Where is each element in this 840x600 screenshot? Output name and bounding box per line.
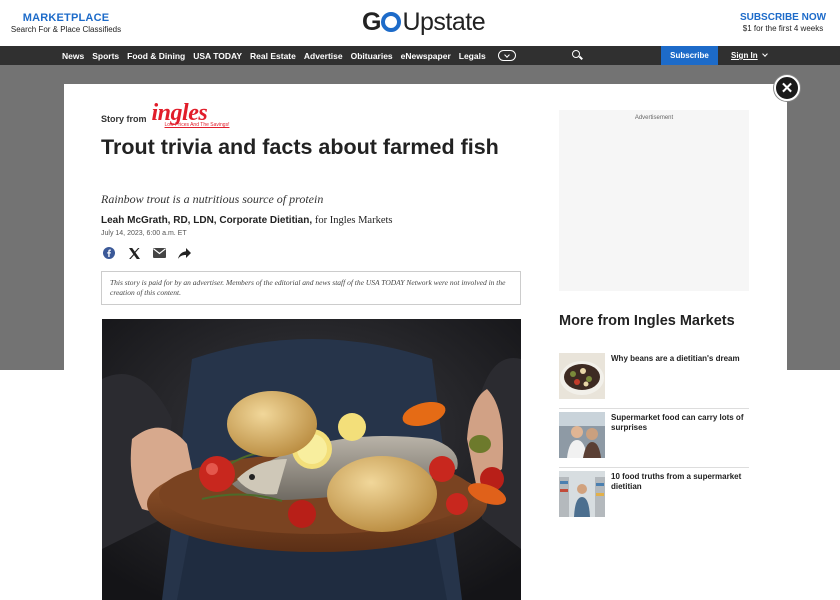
nav-item-sports[interactable]: Sports — [92, 51, 119, 61]
marketplace-link[interactable]: MARKETPLACE Search For & Place Classifie… — [10, 12, 122, 34]
nav-item-advertise[interactable]: Advertise — [304, 51, 343, 61]
sponsored-disclaimer: This story is paid for by an advertiser.… — [101, 271, 521, 305]
related-story[interactable]: Why beans are a dietitian's dream — [559, 353, 749, 409]
related-thumbnail-shoppers — [559, 412, 605, 458]
subscribe-now-offer: $1 for the first 4 weeks — [742, 24, 824, 33]
divider — [559, 408, 749, 409]
close-button[interactable]: ✕ — [774, 75, 800, 101]
nav-item-food-dining[interactable]: Food & Dining — [127, 51, 185, 61]
logo-text: Upstate — [402, 7, 486, 36]
advertisement-slot[interactable]: Advertisement — [559, 110, 749, 291]
ingles-logo-name: ingles — [151, 100, 208, 126]
author-org: for Ingles Markets — [314, 215, 393, 226]
share-arrow-icon[interactable] — [177, 246, 191, 260]
ingles-logo[interactable]: ingles Low Prices And The Savings! — [151, 100, 230, 129]
related-thumbnail-store — [559, 471, 605, 517]
x-twitter-icon[interactable] — [127, 246, 141, 260]
more-from-title: More from Ingles Markets — [559, 313, 735, 329]
facebook-icon[interactable] — [102, 246, 116, 260]
nav-subscribe-button[interactable]: Subscribe — [661, 46, 718, 65]
nav-item-real-estate[interactable]: Real Estate — [250, 51, 296, 61]
sign-in-link[interactable]: Sign In — [731, 46, 768, 65]
related-story[interactable]: Supermarket food can carry lots of surpr… — [559, 412, 749, 468]
article-title: Trout trivia and facts about farmed fish — [101, 135, 499, 159]
advertisement-label: Advertisement — [634, 115, 674, 121]
marketplace-subtitle: Search For & Place Classifieds — [10, 25, 122, 34]
share-bar — [102, 246, 191, 260]
more-menu-icon[interactable] — [497, 50, 516, 61]
byline: Leah McGrath, RD, LDN, Corporate Dietiti… — [101, 215, 392, 226]
author-name[interactable]: Leah McGrath, RD, LDN, Corporate Dietiti… — [101, 215, 312, 226]
close-icon: ✕ — [780, 79, 794, 97]
divider — [559, 467, 749, 468]
main-nav: News Sports Food & Dining USA TODAY Real… — [0, 46, 840, 65]
nav-item-news[interactable]: News — [62, 51, 84, 61]
email-icon[interactable] — [152, 246, 166, 260]
related-thumbnail-beans — [559, 353, 605, 399]
subscribe-now-link[interactable]: SUBSCRIBE NOW $1 for the first 4 weeks — [738, 12, 828, 33]
hero-image-fish-platter — [102, 319, 521, 600]
related-story[interactable]: 10 food truths from a supermarket dietit… — [559, 471, 749, 521]
story-from-label: Story from — [101, 114, 147, 124]
marketplace-title: MARKETPLACE — [22, 12, 110, 24]
nav-item-enewspaper[interactable]: eNewspaper — [401, 51, 451, 61]
site-header: MARKETPLACE Search For & Place Classifie… — [0, 0, 840, 46]
subscribe-now-title: SUBSCRIBE NOW — [739, 12, 827, 23]
nav-item-obituaries[interactable]: Obituaries — [351, 51, 393, 61]
logo-go: G — [362, 8, 402, 37]
site-logo[interactable]: G Upstate — [362, 6, 486, 38]
sponsor-credit: Story from ingles Low Prices And The Sav… — [101, 100, 230, 129]
sign-in-label: Sign In — [731, 51, 758, 60]
article-subtitle: Rainbow trout is a nutritious source of … — [101, 192, 324, 206]
nav-item-usa-today[interactable]: USA TODAY — [193, 51, 242, 61]
logo-o-ring — [381, 11, 402, 32]
related-title: 10 food truths from a supermarket dietit… — [611, 472, 742, 491]
related-title: Supermarket food can carry lots of surpr… — [611, 413, 744, 432]
ingles-logo-tagline: Low Prices And The Savings! — [164, 122, 230, 128]
publish-date: July 14, 2023, 6:00 a.m. ET — [101, 230, 187, 237]
chevron-down-icon — [761, 51, 768, 57]
search-icon[interactable] — [572, 50, 583, 61]
nav-item-legals[interactable]: Legals — [459, 51, 486, 61]
related-title: Why beans are a dietitian's dream — [611, 354, 740, 363]
